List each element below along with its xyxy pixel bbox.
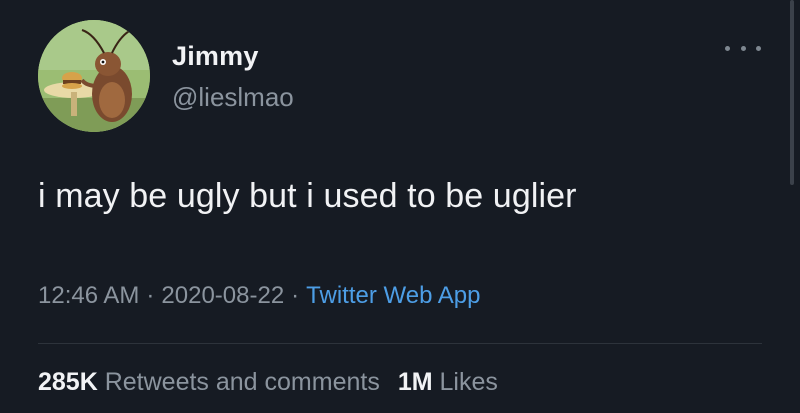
more-dots-icon[interactable] [725,38,761,58]
author-handle[interactable]: @lieslmao [172,82,294,113]
likes-stat[interactable]: 1M Likes [398,368,498,396]
retweets-label: Retweets and comments [104,368,380,396]
menu-dot [756,45,761,51]
scrollbar[interactable] [790,0,794,185]
retweets-stat[interactable]: 285K Retweets and comments [38,368,380,396]
cartoon-cockroach-avatar-icon [38,20,150,132]
tweet-time[interactable]: 12:46 AM [38,282,139,309]
likes-label: Likes [439,368,498,396]
tweet-source-link[interactable]: Twitter Web App [306,282,480,309]
menu-dot [740,45,746,51]
tweet-card: Jimmy @lieslmao i may be ugly but i used… [0,0,800,413]
tweet-date[interactable]: 2020-08-22 [161,282,284,309]
tweet-meta: 12:46 AM · 2020-08-22 · Twitter Web App [38,282,480,310]
menu-dot [725,45,730,51]
divider [38,343,762,344]
meta-separator: · [291,282,300,309]
retweets-count: 285K [38,368,98,396]
tweet-text: i may be ugly but i used to be uglier [38,177,577,215]
avatar[interactable] [38,20,150,132]
likes-count: 1M [397,368,433,396]
meta-separator: · [146,282,155,309]
tweet-stats: 285K Retweets and comments 1M Likes [38,368,498,397]
author-display-name[interactable]: Jimmy [172,41,259,72]
